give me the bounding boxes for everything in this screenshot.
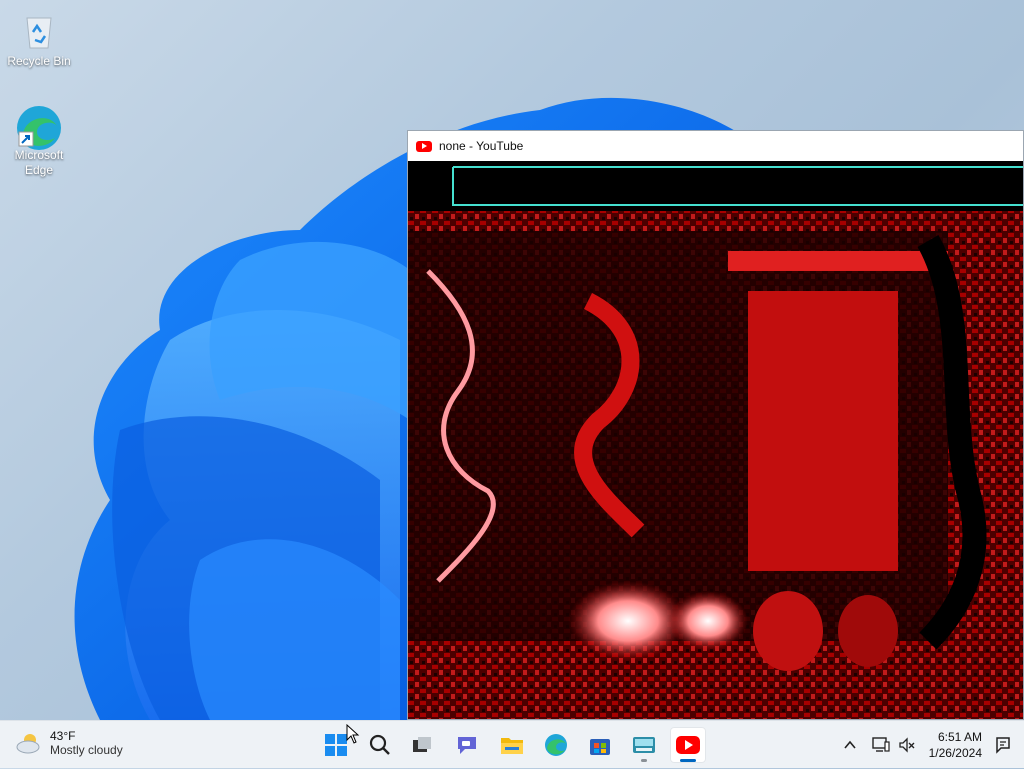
clock-date: 1/26/2024 [928,746,982,760]
search-button[interactable] [362,727,398,763]
edge-icon [545,734,567,756]
taskbar: 43°F Mostly cloudy 6:51 AM 1/26/2024 [0,720,1024,768]
store-icon [590,739,610,755]
store-button[interactable] [582,727,618,763]
video-player[interactable] [408,161,1023,719]
volume-muted-icon[interactable] [898,736,916,754]
task-view-icon [413,737,431,752]
desktop-icon-label: Microsoft Edge [14,148,64,177]
running-indicator [641,759,647,762]
active-indicator [680,759,696,762]
notification-icon[interactable] [994,736,1012,754]
chevron-up-icon[interactable] [842,737,858,753]
desktop-icon-recycle-bin[interactable]: Recycle Bin [4,10,74,69]
desktop-icon-edge[interactable]: Microsoft Edge [4,104,74,178]
recycle-bin-icon [19,10,59,50]
windows-start-icon [325,734,347,756]
cloudy-weather-icon [16,734,40,754]
window-titlebar[interactable]: none - YouTube [408,131,1023,161]
youtube-window[interactable]: none - YouTube [407,130,1024,720]
desktop-icon-label: Recycle Bin [7,54,71,68]
window-title: none - YouTube [439,139,524,153]
edge-icon [17,104,61,150]
chat-button[interactable] [449,727,485,763]
clock-time: 6:51 AM [937,730,982,744]
file-explorer-button[interactable] [494,727,530,763]
file-explorer-icon [501,738,523,754]
task-view-button[interactable] [404,727,440,763]
network-icon[interactable] [872,736,890,754]
youtube-icon [676,736,700,754]
keyboard-app-icon [633,737,655,753]
youtube-taskbar-button[interactable] [670,727,706,763]
system-tray [842,721,916,769]
keyboard-app-button[interactable] [626,727,662,763]
weather-temp: 43°F [50,729,76,743]
youtube-icon [416,140,432,152]
search-icon [369,734,390,755]
video-frame [408,161,1023,719]
clock[interactable]: 6:51 AM 1/26/2024 [929,729,982,761]
weather-condition: Mostly cloudy [50,743,123,757]
edge-taskbar-button[interactable] [538,727,574,763]
weather-widget[interactable]: 43°F Mostly cloudy [16,729,123,757]
chat-icon [458,737,476,754]
mouse-cursor [346,724,360,744]
